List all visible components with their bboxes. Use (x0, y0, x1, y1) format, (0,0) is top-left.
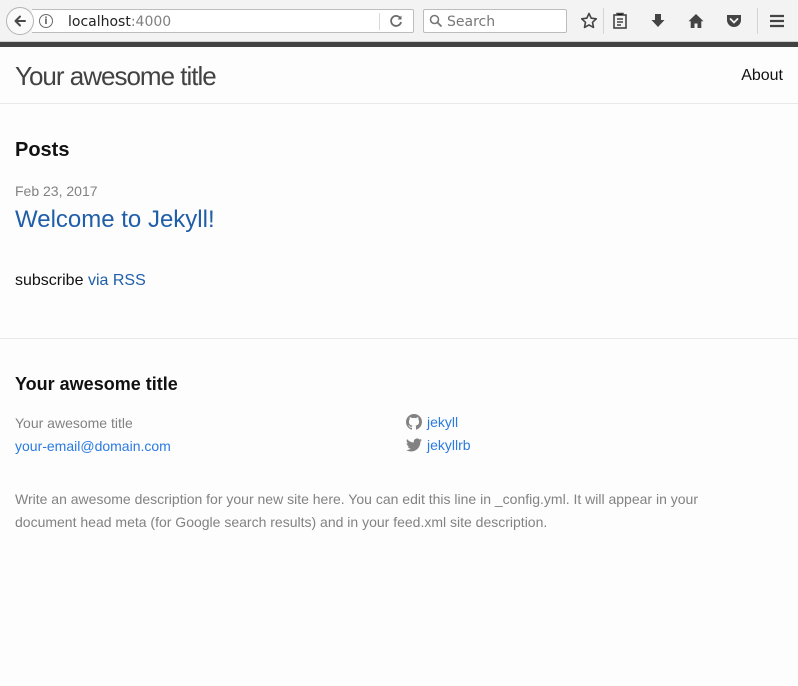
url-host: localhost (68, 14, 131, 30)
toolbar-divider (603, 8, 604, 34)
bookmark-star-icon[interactable] (579, 11, 599, 31)
site-title-link[interactable]: Your awesome title (15, 61, 217, 92)
footer-heading: Your awesome title (15, 374, 178, 394)
toolbar-divider (757, 8, 758, 34)
subscribe-text: subscribe (15, 272, 84, 289)
search-placeholder: Search (447, 14, 496, 30)
reading-list-icon[interactable] (610, 11, 630, 31)
url-text: localhost:4000 (68, 14, 171, 30)
back-button[interactable] (6, 7, 34, 35)
hamburger-menu-icon[interactable] (767, 11, 787, 31)
github-username: jekyll (427, 414, 459, 430)
post-link[interactable]: Welcome to Jekyll! (15, 206, 215, 234)
arrow-left-icon (14, 15, 26, 27)
url-divider (379, 13, 380, 30)
site-description: Write an awesome description for your ne… (15, 491, 698, 530)
twitter-icon (406, 438, 422, 452)
search-bar[interactable]: Search (423, 9, 567, 33)
github-icon (406, 414, 422, 430)
search-icon (429, 14, 443, 28)
twitter-link[interactable]: jekyllrb (406, 437, 471, 453)
twitter-username: jekyllrb (427, 437, 471, 453)
download-icon[interactable] (648, 11, 668, 31)
reload-icon[interactable] (388, 13, 404, 29)
rss-link[interactable]: via RSS (88, 272, 146, 289)
page-heading: Posts (15, 139, 70, 161)
site-header: Your awesome title About (0, 47, 798, 104)
post-date: Feb 23, 2017 (15, 183, 98, 199)
pocket-icon[interactable] (724, 11, 744, 31)
url-bar[interactable]: i localhost:4000 (32, 9, 414, 33)
subscribe-line: subscribe via RSS (15, 272, 146, 290)
url-port: :4000 (130, 14, 172, 30)
footer-site-name: Your awesome title (15, 415, 133, 431)
site-footer: Your awesome title Your awesome title yo… (0, 338, 798, 686)
browser-toolbar: i localhost:4000 Search (0, 0, 798, 42)
home-icon[interactable] (686, 11, 706, 31)
footer-email-link[interactable]: your-email@domain.com (15, 438, 171, 454)
nav-link-about[interactable]: About (741, 67, 783, 85)
info-icon[interactable]: i (39, 14, 53, 28)
github-link[interactable]: jekyll (406, 414, 458, 430)
